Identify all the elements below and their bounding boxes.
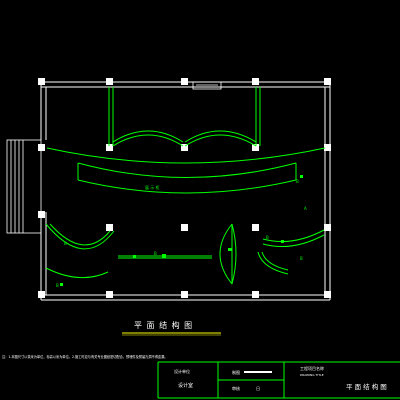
center-band-label: 展 示 柜 (145, 184, 160, 190)
title-block-design-room: 设计室 (178, 382, 193, 389)
title-block-project-label: 工程项目名称 (300, 365, 324, 371)
title-block-check-label: 审核 (232, 385, 240, 391)
column (324, 224, 331, 231)
top-window (192, 81, 222, 90)
right-arc-label: B (300, 256, 303, 261)
column (181, 224, 188, 231)
left-arc-label: B (64, 241, 67, 246)
column (252, 291, 259, 298)
title-block-drawn-value (244, 371, 272, 373)
column (324, 144, 331, 151)
title-block-drawing-title-label: DRAWING TITLE (300, 373, 324, 377)
column (38, 78, 45, 85)
right-small-label: A (304, 206, 307, 211)
column (106, 78, 113, 85)
right-arc-top-label: B (266, 235, 269, 240)
column (181, 291, 188, 298)
cad-drawing-canvas: 展 示 柜 B B B B B B A 平 面 结 构 图 注：1.本图尺寸以毫… (2, 78, 400, 399)
wall-outline (40, 81, 331, 301)
column (324, 291, 331, 298)
title-block-check-value: 日 (256, 386, 260, 391)
column (252, 224, 259, 231)
columns (38, 78, 331, 298)
column (106, 291, 113, 298)
title-block-drawn-label: 制图 (232, 369, 240, 375)
column (106, 224, 113, 231)
center-line-label: B (154, 251, 157, 256)
furniture-lines (45, 87, 326, 285)
title-block-drawing-title: 平 面 结 构 图 (346, 382, 387, 391)
column (252, 78, 259, 85)
column (38, 211, 45, 218)
column (324, 78, 331, 85)
column (38, 291, 45, 298)
right-label: B (296, 179, 299, 184)
column (38, 144, 45, 151)
entrance-steps (6, 139, 42, 234)
notes-text: 注：1.本图尺寸以毫米为单位，标高以米为单位。2.施工时应与有关专业图纸密切配合… (2, 354, 167, 359)
bottom-left-label: B (56, 283, 59, 288)
column (181, 78, 188, 85)
title-block (157, 361, 400, 399)
title-block-design-unit: 设计单位 (174, 368, 190, 374)
plan-title: 平 面 结 构 图 (134, 320, 193, 330)
